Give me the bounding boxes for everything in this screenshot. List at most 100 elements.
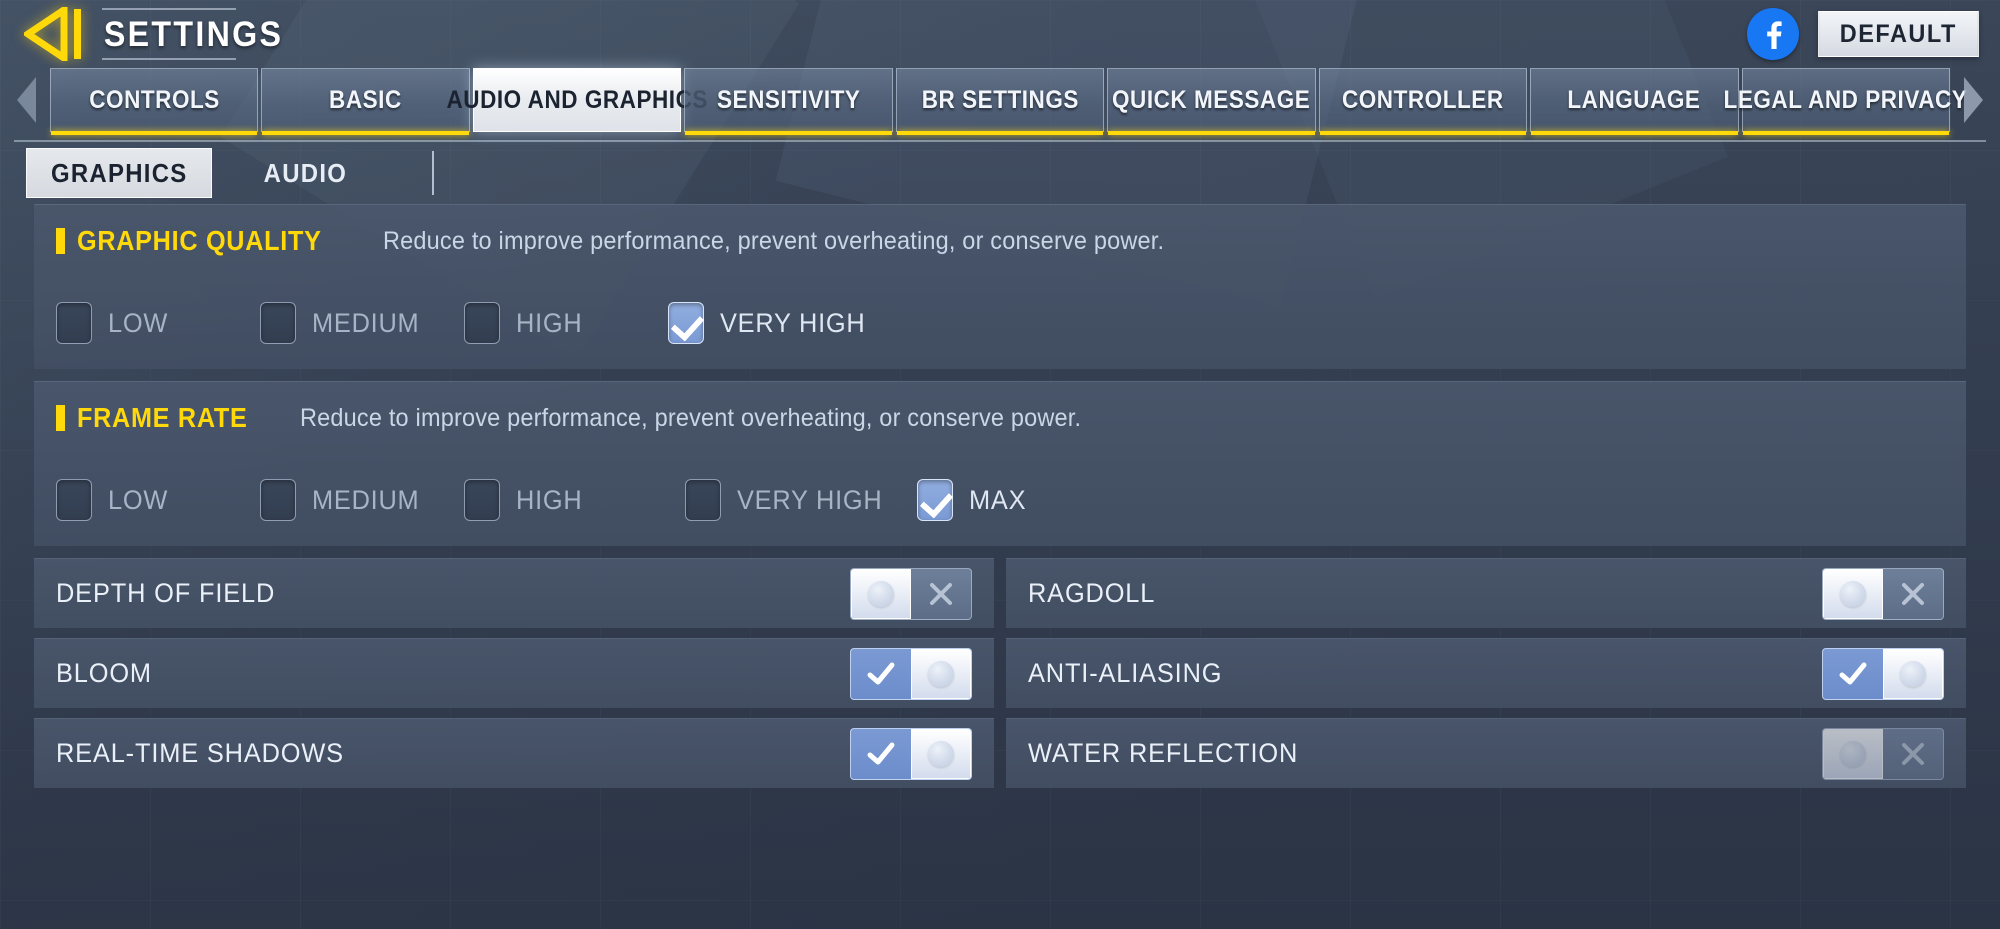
toggle-switch-off[interactable] [1822,567,1944,620]
tab-sensitivity[interactable]: SENSITIVITY [684,68,893,135]
tab-quick-message[interactable]: QUICK MESSAGE [1107,68,1316,135]
section-header: GRAPHIC QUALITY Reduce to improve perfor… [34,205,1966,277]
checkbox-icon[interactable] [56,302,92,344]
subtab-graphics[interactable]: GRAPHICS [26,148,212,198]
tab-label: LEGAL AND PRIVACY [1723,85,1968,114]
tab-label: CONTROLS [88,85,220,114]
tab-audio-and-graphics[interactable]: AUDIO AND GRAPHICS [446,68,707,132]
toggle-label: BLOOM [56,658,152,688]
toggle-label: WATER REFLECTION [1028,738,1299,768]
option-label: LOW [108,484,169,515]
section-title: FRAME RATE [77,402,248,433]
toggle-knob-half [851,568,911,619]
option-frame-rate-medium[interactable]: MEDIUM [260,479,464,521]
toggle-switch-off[interactable] [850,567,972,620]
tab-label: AUDIO AND GRAPHICS [446,85,708,114]
close-icon [1902,742,1924,765]
option-label: MEDIUM [312,307,420,338]
option-label: HIGH [516,307,583,338]
tab-label: SENSITIVITY [716,85,861,114]
page-title-block: SETTINGS [102,6,299,62]
toggle-switch-off[interactable] [1822,727,1944,780]
toggle-knob-half [911,728,971,779]
toggle-grid: DEPTH OF FIELD RAGDOLL BLOOM ANTI-ALIASI… [34,558,1966,788]
toggle-card-ragdoll[interactable]: RAGDOLL [1006,558,1966,628]
checkbox-icon[interactable] [260,302,296,344]
check-icon [867,742,895,764]
checkbox-icon[interactable] [260,479,296,521]
section-accent-bar [56,405,65,431]
subtab-divider [432,151,434,195]
main-tabbar: CONTROLS BASIC AUDIO AND GRAPHICS SENSIT… [0,68,2000,135]
option-graphic-quality-low[interactable]: LOW [56,302,260,344]
toggle-knob-half [911,648,971,699]
toggle-card-water-reflection[interactable]: WATER REFLECTION [1006,718,1966,788]
toggle-switch-on[interactable] [850,727,972,780]
header: SETTINGS DEFAULT [0,0,2000,68]
option-label: VERY HIGH [737,484,883,515]
checkbox-icon[interactable] [464,302,500,344]
tab-controls[interactable]: CONTROLS [50,68,259,135]
facebook-icon[interactable] [1747,8,1800,60]
toggle-label: REAL-TIME SHADOWS [56,738,344,768]
tab-basic[interactable]: BASIC [261,68,470,135]
tab-label: LANGUAGE [1567,85,1701,114]
default-button[interactable]: DEFAULT [1818,11,1979,57]
check-icon [1839,662,1867,684]
close-icon [1902,582,1924,605]
toggle-switch-on[interactable] [850,647,972,700]
section-frame-rate: FRAME RATE Reduce to improve performance… [34,381,1966,546]
toggle-x-half [1883,729,1943,779]
option-frame-rate-max[interactable]: MAX [917,479,1030,521]
toggle-switch-on[interactable] [1822,647,1944,700]
tab-label: QUICK MESSAGE [1112,85,1311,114]
graphics-content: GRAPHIC QUALITY Reduce to improve perfor… [14,204,1986,929]
section-description: Reduce to improve performance, prevent o… [382,226,1165,255]
option-graphic-quality-medium[interactable]: MEDIUM [260,302,464,344]
tab-language[interactable]: LANGUAGE [1530,68,1739,135]
option-graphic-quality-very-high[interactable]: VERY HIGH [668,302,875,344]
toggle-card-anti-aliasing[interactable]: ANTI-ALIASING [1006,638,1966,708]
option-graphic-quality-high[interactable]: HIGH [464,302,668,344]
toggle-card-bloom[interactable]: BLOOM [34,638,994,708]
toggle-check-half [1823,649,1883,699]
frame-rate-options: LOW MEDIUM HIGH VERY HIGH MAX [34,454,1966,546]
checkbox-icon[interactable] [464,479,500,521]
toggle-label: ANTI-ALIASING [1028,658,1223,688]
checkbox-icon[interactable] [56,479,92,521]
subtab-list: GRAPHICS AUDIO [14,142,1986,198]
title-rule-bottom [102,58,236,60]
toggle-x-half [911,569,971,619]
tab-list: CONTROLS BASIC AUDIO AND GRAPHICS SENSIT… [50,68,1967,135]
option-label: VERY HIGH [720,307,866,338]
back-arrow-icon[interactable] [24,7,86,61]
option-frame-rate-high[interactable]: HIGH [464,479,685,521]
graphic-quality-options: LOW MEDIUM HIGH VERY HIGH [34,277,1966,369]
tab-label: BASIC [329,85,403,114]
option-frame-rate-very-high[interactable]: VERY HIGH [685,479,917,521]
section-description: Reduce to improve performance, prevent o… [300,403,1082,432]
tab-label: CONTROLLER [1342,85,1504,114]
option-label: LOW [108,307,169,338]
subtab-label: AUDIO [263,157,347,188]
chevron-left-icon[interactable] [4,68,50,132]
toggle-card-real-time-shadows[interactable]: REAL-TIME SHADOWS [34,718,994,788]
toggle-knob [1840,580,1866,607]
header-actions: DEFAULT [1747,8,1984,60]
toggle-x-half [1883,569,1943,619]
checkbox-checked-icon[interactable] [668,302,704,344]
close-icon [930,582,952,605]
toggle-label: RAGDOLL [1028,578,1156,608]
checkbox-icon[interactable] [685,479,721,521]
option-label: MAX [969,484,1027,515]
tab-br-settings[interactable]: BR SETTINGS [895,68,1105,135]
option-frame-rate-low[interactable]: LOW [56,479,260,521]
subtab-audio[interactable]: AUDIO [212,148,398,198]
toggle-knob [928,740,954,767]
tab-legal-and-privacy[interactable]: LEGAL AND PRIVACY [1724,68,1967,135]
section-accent-bar [56,228,65,254]
section-graphic-quality: GRAPHIC QUALITY Reduce to improve perfor… [34,204,1966,369]
tab-controller[interactable]: CONTROLLER [1318,68,1528,135]
toggle-card-depth-of-field[interactable]: DEPTH OF FIELD [34,558,994,628]
checkbox-checked-icon[interactable] [917,479,953,521]
